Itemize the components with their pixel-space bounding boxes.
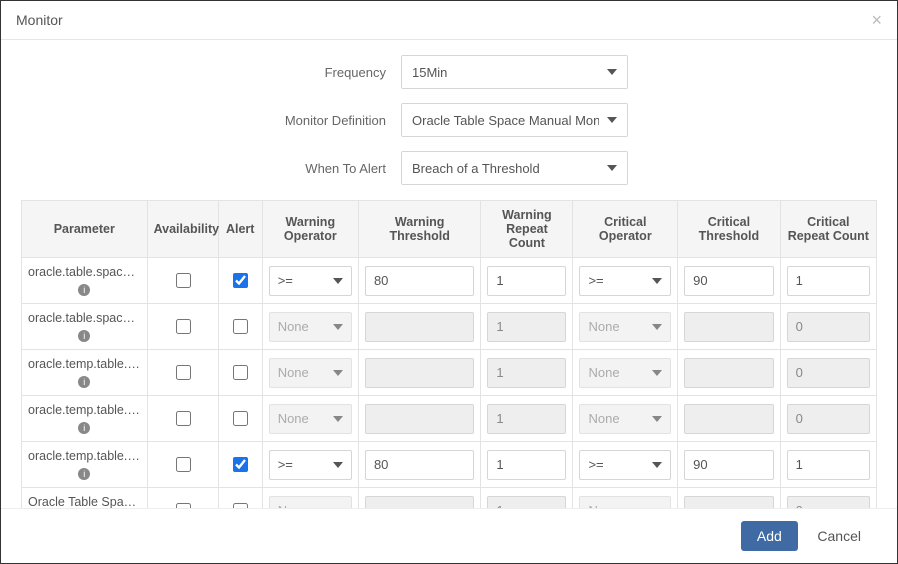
critical-repeat-input[interactable] [787,450,870,480]
table-row: oracle.table.space.u...i >= >= [22,258,877,304]
critical-operator-select[interactable]: None [579,404,671,434]
critical-operator-select[interactable]: >= [579,266,671,296]
when-to-alert-label: When To Alert [21,161,401,176]
parameter-cell: Oracle Table Space F... i (MB) [22,488,148,509]
table-row: oracle.temp.table.sp...i None None [22,396,877,442]
critical-threshold-input[interactable] [684,358,774,388]
cancel-button[interactable]: Cancel [801,521,877,551]
col-warning-operator: Warning Operator [262,201,358,258]
warning-repeat-input[interactable] [487,312,566,342]
parameter-cell: oracle.temp.table.sp...i [22,350,148,396]
critical-threshold-input[interactable] [684,404,774,434]
col-critical-operator: Critical Operator [573,201,678,258]
alert-checkbox[interactable] [233,457,248,472]
critical-repeat-input[interactable] [787,404,870,434]
warning-threshold-input[interactable] [365,266,474,296]
col-warning-repeat-count: Warning Repeat Count [481,201,573,258]
critical-operator-select[interactable]: None [579,358,671,388]
alert-checkbox[interactable] [233,273,248,288]
col-critical-threshold: Critical Threshold [678,201,781,258]
modal-header: Monitor × [1,1,897,40]
critical-threshold-input[interactable] [684,450,774,480]
when-to-alert-row: When To Alert Breach of a Threshold [21,151,877,185]
critical-repeat-input[interactable] [787,266,870,296]
monitor-definition-row: Monitor Definition Oracle Table Space Ma… [21,103,877,137]
alert-checkbox[interactable] [233,319,248,334]
info-icon[interactable]: i [78,468,90,480]
table-row: Oracle Table Space F... i (MB) None None [22,488,877,509]
warning-operator-select[interactable]: >= [269,450,352,480]
warning-repeat-input[interactable] [487,358,566,388]
availability-checkbox[interactable] [176,273,191,288]
critical-repeat-input[interactable] [787,312,870,342]
warning-threshold-input[interactable] [365,404,474,434]
monitor-definition-label: Monitor Definition [21,113,401,128]
info-icon[interactable]: i [78,422,90,434]
info-icon[interactable]: i [78,284,90,296]
info-icon[interactable]: i [78,376,90,388]
info-icon[interactable]: i [78,330,90,342]
alert-checkbox[interactable] [233,365,248,380]
availability-checkbox[interactable] [176,319,191,334]
warning-repeat-input[interactable] [487,266,566,296]
monitor-modal: Monitor × Frequency 15Min Monitor Defini… [1,1,897,563]
warning-operator-select[interactable]: None [269,358,352,388]
when-to-alert-select[interactable]: Breach of a Threshold [401,151,628,185]
close-icon[interactable]: × [871,11,882,29]
availability-checkbox[interactable] [176,365,191,380]
modal-title: Monitor [16,12,63,28]
frequency-row: Frequency 15Min [21,55,877,89]
table-row: oracle.table.space.u...i None None [22,304,877,350]
warning-repeat-input[interactable] [487,496,566,509]
critical-repeat-input[interactable] [787,358,870,388]
modal-footer: Add Cancel [1,508,897,563]
parameters-table: Parameter Availability Alert Warning Ope… [21,200,877,508]
warning-operator-select[interactable]: None [269,404,352,434]
warning-threshold-input[interactable] [365,450,474,480]
warning-threshold-input[interactable] [365,358,474,388]
warning-repeat-input[interactable] [487,404,566,434]
availability-checkbox[interactable] [176,411,191,426]
critical-threshold-input[interactable] [684,496,774,509]
critical-operator-select[interactable]: >= [579,450,671,480]
warning-operator-select[interactable]: None [269,496,352,509]
monitor-definition-select[interactable]: Oracle Table Space Manual Monitor [401,103,628,137]
add-button[interactable]: Add [741,521,798,551]
col-critical-repeat-count: Critical Repeat Count [780,201,876,258]
col-parameter: Parameter [22,201,148,258]
warning-repeat-input[interactable] [487,450,566,480]
modal-body[interactable]: Frequency 15Min Monitor Definition Oracl… [1,40,897,508]
frequency-select[interactable]: 15Min [401,55,628,89]
alert-checkbox[interactable] [233,411,248,426]
availability-checkbox[interactable] [176,457,191,472]
table-row: oracle.temp.table.sp...i >= >= [22,442,877,488]
frequency-label: Frequency [21,65,401,80]
warning-threshold-input[interactable] [365,496,474,509]
warning-operator-select[interactable]: None [269,312,352,342]
critical-threshold-input[interactable] [684,266,774,296]
parameter-cell: oracle.table.space.u...i [22,258,148,304]
col-availability: Availability [147,201,218,258]
parameter-cell: oracle.temp.table.sp...i [22,442,148,488]
critical-operator-select[interactable]: None [579,312,671,342]
warning-operator-select[interactable]: >= [269,266,352,296]
table-row: oracle.temp.table.sp...i None None [22,350,877,396]
warning-threshold-input[interactable] [365,312,474,342]
col-alert: Alert [218,201,262,258]
parameter-cell: oracle.temp.table.sp...i [22,396,148,442]
col-warning-threshold: Warning Threshold [358,201,480,258]
critical-operator-select[interactable]: None [579,496,671,509]
parameter-cell: oracle.table.space.u...i [22,304,148,350]
critical-threshold-input[interactable] [684,312,774,342]
critical-repeat-input[interactable] [787,496,870,509]
